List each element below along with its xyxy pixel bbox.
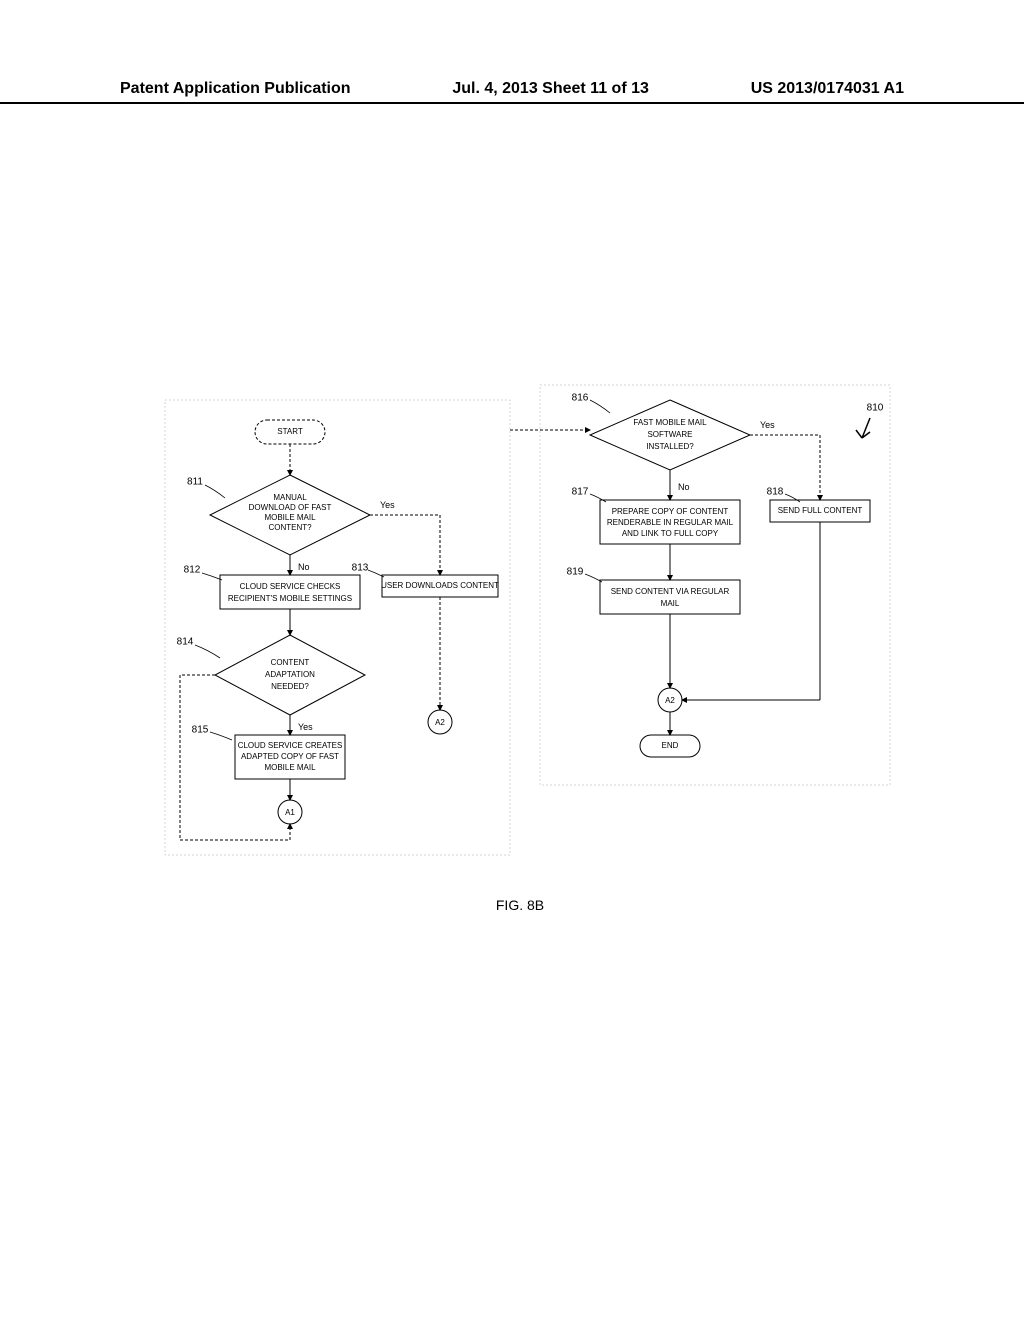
svg-text:SOFTWARE: SOFTWARE bbox=[647, 430, 692, 439]
figure-caption: FIG. 8B bbox=[496, 897, 544, 913]
ref-812: 812 bbox=[184, 565, 201, 576]
svg-text:FAST MOBILE MAIL: FAST MOBILE MAIL bbox=[633, 418, 707, 427]
svg-text:RENDERABLE IN REGULAR MAIL: RENDERABLE IN REGULAR MAIL bbox=[607, 518, 734, 527]
svg-text:END: END bbox=[662, 741, 679, 750]
svg-text:ADAPTED COPY OF FAST: ADAPTED COPY OF FAST bbox=[241, 752, 339, 761]
process-819 bbox=[600, 580, 740, 614]
svg-text:A2: A2 bbox=[665, 696, 675, 705]
svg-text:USER DOWNLOADS CONTENT: USER DOWNLOADS CONTENT bbox=[381, 581, 499, 590]
svg-text:Yes: Yes bbox=[380, 500, 395, 510]
ref-811: 811 bbox=[187, 477, 203, 488]
page-header: Patent Application Publication Jul. 4, 2… bbox=[0, 80, 1024, 104]
header-right: US 2013/0174031 A1 bbox=[751, 80, 904, 98]
ref-813: 813 bbox=[352, 563, 369, 574]
svg-text:ADAPTATION: ADAPTATION bbox=[265, 670, 315, 679]
svg-text:A1: A1 bbox=[285, 808, 295, 817]
flowchart: START MANUAL DOWNLOAD OF FAST MOBILE MAI… bbox=[120, 380, 900, 985]
svg-text:No: No bbox=[298, 562, 310, 572]
ref-818: 818 bbox=[767, 487, 784, 498]
svg-text:MOBILE MAIL: MOBILE MAIL bbox=[264, 513, 316, 522]
svg-text:MOBILE MAIL: MOBILE MAIL bbox=[264, 763, 316, 772]
svg-text:NEEDED?: NEEDED? bbox=[271, 682, 309, 691]
ref-815: 815 bbox=[192, 725, 209, 736]
svg-text:A2: A2 bbox=[435, 718, 445, 727]
svg-text:CONTENT?: CONTENT? bbox=[268, 523, 312, 532]
svg-text:SEND CONTENT VIA REGULAR: SEND CONTENT VIA REGULAR bbox=[611, 587, 730, 596]
svg-text:CLOUD SERVICE CREATES: CLOUD SERVICE CREATES bbox=[238, 741, 343, 750]
svg-text:DOWNLOAD OF FAST: DOWNLOAD OF FAST bbox=[249, 503, 332, 512]
svg-text:CLOUD SERVICE CHECKS: CLOUD SERVICE CHECKS bbox=[240, 582, 341, 591]
ref-810: 810 bbox=[867, 403, 884, 414]
svg-text:CONTENT: CONTENT bbox=[271, 658, 310, 667]
svg-text:No: No bbox=[678, 482, 690, 492]
svg-text:PREPARE COPY OF CONTENT: PREPARE COPY OF CONTENT bbox=[612, 507, 729, 516]
svg-text:AND LINK TO FULL COPY: AND LINK TO FULL COPY bbox=[622, 529, 719, 538]
start-label: START bbox=[277, 427, 303, 436]
svg-text:Yes: Yes bbox=[760, 420, 775, 430]
svg-text:RECIPIENT'S MOBILE SETTINGS: RECIPIENT'S MOBILE SETTINGS bbox=[228, 594, 352, 603]
svg-text:Yes: Yes bbox=[298, 722, 313, 732]
header-center: Jul. 4, 2013 Sheet 11 of 13 bbox=[452, 80, 649, 98]
svg-text:MANUAL: MANUAL bbox=[273, 493, 307, 502]
svg-text:SEND FULL CONTENT: SEND FULL CONTENT bbox=[778, 506, 863, 515]
header-left: Patent Application Publication bbox=[120, 80, 351, 98]
ref-816: 816 bbox=[572, 393, 589, 404]
ref-819: 819 bbox=[567, 567, 584, 578]
ref-814: 814 bbox=[177, 637, 194, 648]
ref-817: 817 bbox=[572, 487, 589, 498]
svg-text:INSTALLED?: INSTALLED? bbox=[646, 442, 694, 451]
svg-text:MAIL: MAIL bbox=[661, 599, 680, 608]
process-812 bbox=[220, 575, 360, 609]
